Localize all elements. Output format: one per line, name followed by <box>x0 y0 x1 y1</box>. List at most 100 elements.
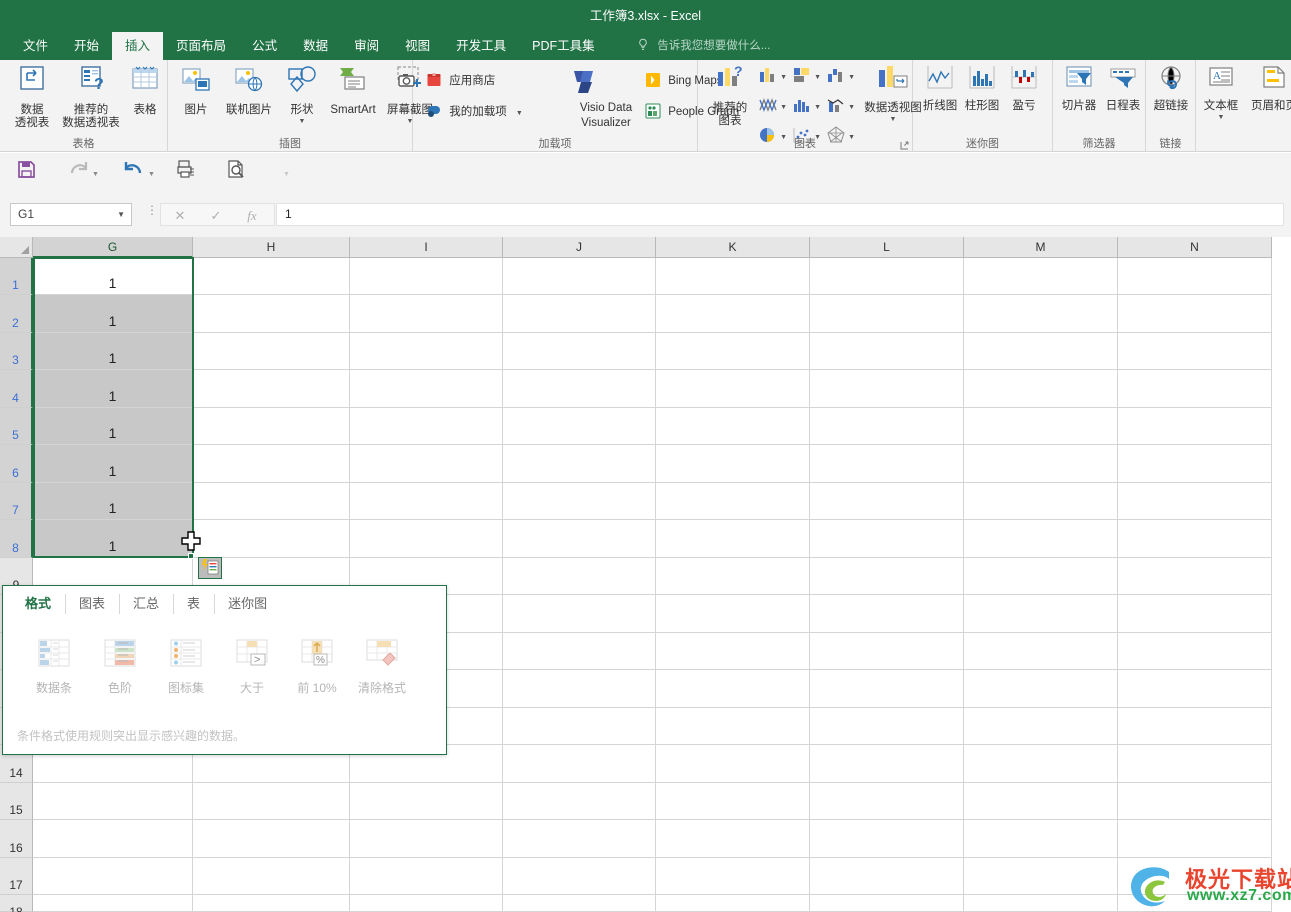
cell-M4[interactable] <box>964 370 1118 408</box>
column-header-H[interactable]: H <box>193 237 350 258</box>
cell-M6[interactable] <box>964 445 1118 483</box>
cell-I2[interactable] <box>350 295 503 333</box>
ribbon-tab-3[interactable]: 页面布局 <box>163 32 239 60</box>
quick-print-button[interactable] <box>176 159 204 187</box>
my-addins-caret-icon[interactable]: ▼ <box>516 110 523 117</box>
cell-I4[interactable] <box>350 370 503 408</box>
cell-M14[interactable] <box>964 745 1118 783</box>
customize-qat-caret-icon[interactable]: ▼ <box>283 171 290 178</box>
cell-I1[interactable] <box>350 258 503 295</box>
cell-L9[interactable] <box>810 558 964 595</box>
waterfall-chart-button[interactable]: ▼ <box>826 66 855 89</box>
cell-G7[interactable]: 1 <box>33 483 193 520</box>
cell-M2[interactable] <box>964 295 1118 333</box>
cell-L7[interactable] <box>810 483 964 520</box>
cell-M13[interactable] <box>964 708 1118 745</box>
row-header-2[interactable]: 2 <box>0 295 33 333</box>
cell-K14[interactable] <box>656 745 810 783</box>
cell-N13[interactable] <box>1118 708 1272 745</box>
cell-K8[interactable] <box>656 520 810 558</box>
cell-K18[interactable] <box>656 895 810 912</box>
cell-M10[interactable] <box>964 595 1118 633</box>
cell-H16[interactable] <box>193 820 350 858</box>
cell-L15[interactable] <box>810 783 964 820</box>
quick-analysis-button[interactable] <box>198 557 222 579</box>
online-picture-button[interactable]: 联机图片 <box>218 64 280 117</box>
formula-bar-grip[interactable]: ⋮ <box>146 204 158 216</box>
cell-J11[interactable] <box>503 633 656 670</box>
cell-H1[interactable] <box>193 258 350 295</box>
cell-L12[interactable] <box>810 670 964 708</box>
cell-G4[interactable]: 1 <box>33 370 193 408</box>
cell-J17[interactable] <box>503 858 656 895</box>
cell-H4[interactable] <box>193 370 350 408</box>
cell-I16[interactable] <box>350 820 503 858</box>
select-all-corner[interactable] <box>0 237 33 258</box>
cell-I8[interactable] <box>350 520 503 558</box>
cell-I15[interactable] <box>350 783 503 820</box>
waterfall-chart-caret-icon[interactable]: ▼ <box>848 74 855 81</box>
cell-J4[interactable] <box>503 370 656 408</box>
cell-H15[interactable] <box>193 783 350 820</box>
cell-L1[interactable] <box>810 258 964 295</box>
cell-K5[interactable] <box>656 408 810 445</box>
row-header-1[interactable]: 1 <box>0 258 33 295</box>
quick-analysis-tab-2[interactable]: 汇总 <box>119 586 173 622</box>
histogram-chart-button[interactable]: ▼ <box>792 96 821 119</box>
cell-J15[interactable] <box>503 783 656 820</box>
cell-G3[interactable]: 1 <box>33 333 193 370</box>
cell-K12[interactable] <box>656 670 810 708</box>
quick-analysis-item-2[interactable]: 图标集 <box>149 638 223 696</box>
column-header-I[interactable]: I <box>350 237 503 258</box>
column-header-N[interactable]: N <box>1118 237 1272 258</box>
cell-L5[interactable] <box>810 408 964 445</box>
cell-N8[interactable] <box>1118 520 1272 558</box>
bar-chart-caret-icon[interactable]: ▼ <box>814 74 821 81</box>
cell-L13[interactable] <box>810 708 964 745</box>
column-chart-button[interactable]: ▼ <box>758 66 787 89</box>
hyperlink-button[interactable]: 超链接 <box>1148 64 1194 113</box>
cell-J9[interactable] <box>503 558 656 595</box>
name-box-caret-icon[interactable]: ▼ <box>117 204 125 225</box>
combo-chart-button[interactable]: ▼ <box>826 96 855 119</box>
cell-N18[interactable] <box>1118 895 1272 912</box>
quick-analysis-item-1[interactable]: 色阶 <box>83 638 157 696</box>
text-box-button[interactable]: A 文本框 ▼ <box>1198 64 1244 121</box>
cell-J5[interactable] <box>503 408 656 445</box>
formula-input[interactable]: 1 <box>276 203 1284 226</box>
cell-I3[interactable] <box>350 333 503 370</box>
cell-L11[interactable] <box>810 633 964 670</box>
cell-L4[interactable] <box>810 370 964 408</box>
cell-K4[interactable] <box>656 370 810 408</box>
cell-H2[interactable] <box>193 295 350 333</box>
cell-N7[interactable] <box>1118 483 1272 520</box>
ribbon-tab-7[interactable]: 视图 <box>392 32 443 60</box>
tell-me-box[interactable]: 告诉我您想要做什么... <box>637 32 770 60</box>
timeline-button[interactable]: 日程表 <box>1101 64 1145 113</box>
cell-N4[interactable] <box>1118 370 1272 408</box>
cell-N2[interactable] <box>1118 295 1272 333</box>
cell-I6[interactable] <box>350 445 503 483</box>
picture-button[interactable]: 图片 <box>174 64 218 117</box>
cell-M7[interactable] <box>964 483 1118 520</box>
cell-J1[interactable] <box>503 258 656 295</box>
cell-N12[interactable] <box>1118 670 1272 708</box>
cell-H6[interactable] <box>193 445 350 483</box>
cell-M11[interactable] <box>964 633 1118 670</box>
quick-analysis-item-4[interactable]: % 前 10% <box>280 638 354 696</box>
cell-M8[interactable] <box>964 520 1118 558</box>
cell-J13[interactable] <box>503 708 656 745</box>
cell-N14[interactable] <box>1118 745 1272 783</box>
fx-icon[interactable]: fx <box>235 206 269 225</box>
column-header-J[interactable]: J <box>503 237 656 258</box>
cell-N1[interactable] <box>1118 258 1272 295</box>
store-button[interactable]: 应用商店 <box>426 72 495 93</box>
cell-M18[interactable] <box>964 895 1118 912</box>
bar-chart-button[interactable]: ▼ <box>792 66 821 89</box>
cell-K10[interactable] <box>656 595 810 633</box>
cell-L16[interactable] <box>810 820 964 858</box>
cell-J2[interactable] <box>503 295 656 333</box>
cell-G16[interactable] <box>33 820 193 858</box>
quick-analysis-item-3[interactable]: > 大于 <box>215 638 289 696</box>
cell-L18[interactable] <box>810 895 964 912</box>
